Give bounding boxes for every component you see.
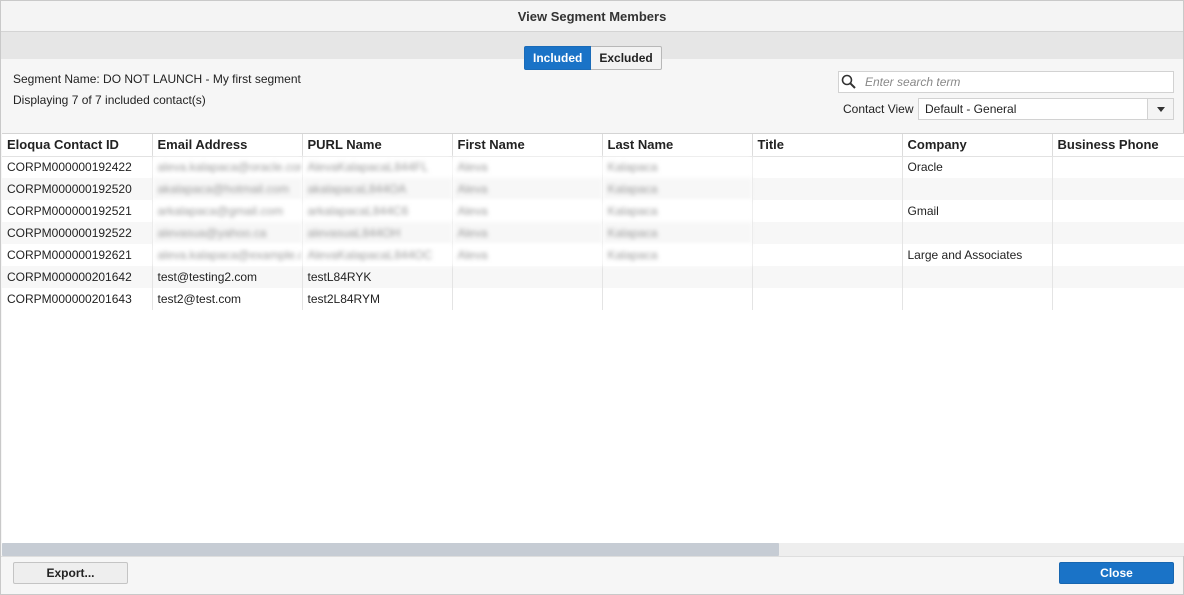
dialog-footer — [1, 556, 1183, 594]
cell-email: test@testing2.com — [152, 266, 303, 288]
column-header-last-name[interactable]: Last Name — [602, 134, 753, 157]
cell-contact-id: CORPM000000201642 — [2, 266, 153, 288]
column-header-business-phone[interactable]: Business Phone — [1052, 134, 1184, 157]
cell-first-name: Aleva — [452, 200, 603, 222]
cell-company: Large and Associates — [902, 244, 1053, 266]
cell-business-phone — [1052, 156, 1184, 178]
cell-title — [752, 288, 903, 310]
horizontal-scrollbar-thumb[interactable] — [2, 543, 779, 556]
tab-included[interactable]: Included — [524, 46, 592, 70]
table-row[interactable]: CORPM000000201642 test@testing2.com test… — [2, 266, 1184, 288]
segment-name-text: Segment Name: DO NOT LAUNCH - My first s… — [13, 72, 301, 86]
cell-purl: testL84RYK — [302, 266, 453, 288]
cell-business-phone — [1052, 178, 1184, 200]
column-header-email[interactable]: Email Address — [152, 134, 303, 157]
table-row[interactable]: CORPM000000201643 test2@test.com test2L8… — [2, 288, 1184, 310]
column-header-first-name[interactable]: First Name — [452, 134, 603, 157]
cell-title — [752, 200, 903, 222]
cell-purl: AlevaKalapacaL844FL — [302, 156, 453, 178]
cell-email: test2@test.com — [152, 288, 303, 310]
cell-title — [752, 266, 903, 288]
search-input[interactable] — [863, 73, 1163, 91]
table-header-row: Eloqua Contact ID Email Address PURL Nam… — [2, 134, 1184, 157]
cell-business-phone — [1052, 200, 1184, 222]
cell-contact-id: CORPM000000192520 — [2, 178, 153, 200]
cell-title — [752, 178, 903, 200]
cell-title — [752, 244, 903, 266]
cell-first-name — [452, 266, 603, 288]
table-row[interactable]: CORPM000000192422 aleva.kalapaca@oracle.… — [2, 156, 1184, 178]
cell-last-name — [602, 266, 753, 288]
export-button[interactable]: Export... — [13, 562, 128, 584]
cell-contact-id: CORPM000000192422 — [2, 156, 153, 178]
cell-purl: test2L84RYM — [302, 288, 453, 310]
cell-title — [752, 222, 903, 244]
table-row[interactable]: CORPM000000192522 alevasua@yahoo.ca alev… — [2, 222, 1184, 244]
members-table: Eloqua Contact ID Email Address PURL Nam… — [2, 134, 1184, 310]
cell-purl: AlevaKalapacaL844OC — [302, 244, 453, 266]
cell-first-name: Aleva — [452, 156, 603, 178]
contact-view-select[interactable]: Default - General — [918, 98, 1174, 120]
contact-view-label: Contact View — [843, 102, 914, 116]
table-row[interactable]: CORPM000000192520 akalapaca@hotmail.com … — [2, 178, 1184, 200]
cell-contact-id: CORPM000000201643 — [2, 288, 153, 310]
cell-first-name: Aleva — [452, 244, 603, 266]
displaying-count-text: Displaying 7 of 7 included contact(s) — [13, 93, 206, 107]
cell-business-phone — [1052, 288, 1184, 310]
column-header-company[interactable]: Company — [902, 134, 1053, 157]
cell-last-name: Kalapaca — [602, 200, 753, 222]
view-segment-members-dialog: View Segment Members Included Excluded S… — [0, 0, 1184, 595]
column-header-title[interactable]: Title — [752, 134, 903, 157]
table-row[interactable]: CORPM000000192621 aleva.kalapaca@example… — [2, 244, 1184, 266]
tab-excluded[interactable]: Excluded — [591, 46, 662, 70]
cell-last-name: Kalapaca — [602, 156, 753, 178]
cell-last-name — [602, 288, 753, 310]
cell-email: aleva.kalapaca@oracle.com — [152, 156, 303, 178]
cell-business-phone — [1052, 266, 1184, 288]
cell-purl: arkalapacaL844C6 — [302, 200, 453, 222]
cell-contact-id: CORPM000000192522 — [2, 222, 153, 244]
column-header-purl[interactable]: PURL Name — [302, 134, 453, 157]
cell-business-phone — [1052, 222, 1184, 244]
contact-view-dropdown-button[interactable] — [1147, 99, 1173, 119]
table-row[interactable]: CORPM000000192521 arkalapaca@gmail.com a… — [2, 200, 1184, 222]
cell-company: Oracle — [902, 156, 1053, 178]
contact-view-value: Default - General — [925, 102, 1017, 116]
cell-contact-id: CORPM000000192621 — [2, 244, 153, 266]
cell-last-name: Kalapaca — [602, 178, 753, 200]
cell-company — [902, 266, 1053, 288]
cell-purl: alevasuaL844OH — [302, 222, 453, 244]
cell-business-phone — [1052, 244, 1184, 266]
cell-company — [902, 178, 1053, 200]
cell-last-name: Kalapaca — [602, 222, 753, 244]
cell-email: alevasua@yahoo.ca — [152, 222, 303, 244]
search-icon[interactable] — [841, 74, 857, 90]
included-excluded-toggle: Included Excluded — [524, 46, 662, 70]
column-header-contact-id[interactable]: Eloqua Contact ID — [2, 134, 153, 157]
cell-title — [752, 156, 903, 178]
members-grid: Eloqua Contact ID Email Address PURL Nam… — [2, 133, 1184, 543]
cell-company — [902, 288, 1053, 310]
cell-last-name: Kalapaca — [602, 244, 753, 266]
cell-email: akalapaca@hotmail.com — [152, 178, 303, 200]
cell-email: arkalapaca@gmail.com — [152, 200, 303, 222]
cell-email: aleva.kalapaca@example.com — [152, 244, 303, 266]
close-button[interactable]: Close — [1059, 562, 1174, 584]
cell-contact-id: CORPM000000192521 — [2, 200, 153, 222]
cell-first-name — [452, 288, 603, 310]
cell-purl: akalapacaL844OA — [302, 178, 453, 200]
dialog-title: View Segment Members — [1, 1, 1183, 32]
cell-company — [902, 222, 1053, 244]
cell-company: Gmail — [902, 200, 1053, 222]
cell-first-name: Aleva — [452, 222, 603, 244]
cell-first-name: Aleva — [452, 178, 603, 200]
chevron-down-icon — [1157, 107, 1165, 112]
search-box — [838, 71, 1174, 93]
